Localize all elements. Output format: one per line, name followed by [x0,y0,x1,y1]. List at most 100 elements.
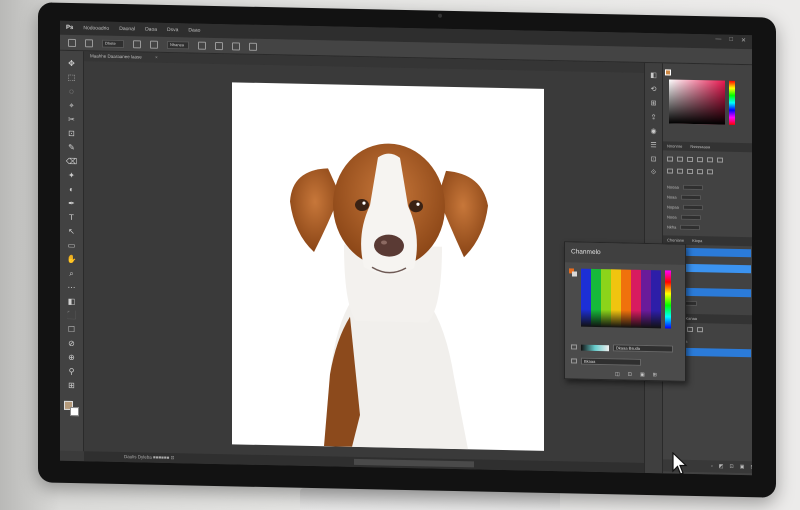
tool-preset-icon[interactable] [68,38,76,47]
hue-icon[interactable] [717,157,723,163]
channels-panel[interactable]: Chanmelo Dkaaa Bsuda Bkaaa ◫ ⊡ ▣ ⊞ [564,241,686,382]
property-field[interactable] [680,224,701,231]
export-icon[interactable]: ⇪ [651,113,657,121]
properties-icon[interactable]: ☰ [650,141,656,149]
mode-field[interactable]: Dhete [102,39,124,48]
airbrush-icon[interactable] [215,41,223,50]
tab-close-icon[interactable]: × [155,55,158,60]
tab-adjustments[interactable]: Nnonnre [667,141,682,150]
hand-tool-icon[interactable]: ✋ [65,255,79,264]
property-field[interactable] [682,184,703,191]
photo-filter-icon[interactable] [687,168,693,174]
background-color-swatch[interactable] [69,406,79,417]
color-balance-icon[interactable] [667,168,673,174]
vibrance-icon[interactable] [707,157,713,163]
ruler-tool-icon[interactable]: ⚲ [65,367,79,376]
background-swatch[interactable] [572,271,577,277]
brush-icon[interactable] [85,38,93,47]
shape-tool-icon[interactable]: ▭ [65,241,79,250]
menu-item[interactable]: Daoa [145,27,157,33]
quick-select-tool-icon[interactable]: ⌖ [65,101,79,110]
document-canvas[interactable] [232,82,544,451]
color-swatch-mini[interactable] [665,69,671,76]
brightness-icon[interactable] [667,156,673,162]
libraries-panel-icon[interactable]: ⊞ [651,99,657,107]
minimize-icon[interactable]: — [715,36,721,43]
move-tool-icon[interactable]: ✥ [65,59,79,68]
curves-icon[interactable] [687,156,693,162]
adjustments-icon[interactable]: ⊡ [651,155,657,163]
property-field[interactable] [680,194,701,201]
spectrum-strip[interactable] [601,269,611,328]
menu-item[interactable]: Dsva [167,27,178,33]
menu-item[interactable]: Daonal [119,26,135,32]
layer-icon[interactable] [150,40,158,49]
history-panel-icon[interactable]: ⟲ [651,85,657,93]
property-field[interactable] [682,204,703,211]
slice-tool-icon[interactable]: ⊘ [65,339,79,348]
exposure-icon[interactable] [697,157,703,163]
channel-name-field[interactable]: Bkaaa [581,357,641,366]
layer-icon[interactable] [133,39,141,48]
spectrum-strip[interactable] [621,269,631,328]
quick-mask-icon[interactable]: ◧ [65,297,79,306]
frame-tool-icon[interactable]: ⊡ [65,129,79,138]
visibility-icon[interactable] [571,344,577,350]
healing-tool-icon[interactable]: ✦ [65,171,79,180]
tab-paths[interactable]: Kiopa [692,236,702,245]
new-channel-icon[interactable]: ▣ [640,372,645,378]
pen-tool-icon[interactable]: ✒ [65,199,79,208]
save-selection-icon[interactable]: ⊡ [628,372,632,378]
channel-name-field[interactable]: Dkaaa Bsuda [613,344,673,353]
close-icon[interactable]: ✕ [741,37,746,44]
artboard-icon[interactable]: ☐ [65,325,79,334]
tab-styles[interactable]: Nssssaaaa [690,142,710,151]
tab-layer-comps[interactable]: Kanaa [685,314,697,323]
load-selection-icon[interactable]: ◫ [615,371,620,377]
adjustment-layer-icon[interactable]: ▣ [740,464,745,470]
channel-mixer-icon[interactable] [697,169,703,175]
settings-icon[interactable] [232,41,240,51]
symmetry-icon[interactable] [249,42,257,51]
hue-slider[interactable] [729,80,735,125]
channel-row[interactable]: Bkaaa [571,356,681,367]
horizontal-scrollbar[interactable] [354,458,474,468]
spectrum-strip[interactable] [581,268,591,327]
grid-tool-icon[interactable]: ⊞ [65,381,79,390]
add-mask-icon[interactable]: ⊡ [730,464,734,470]
visibility-icon[interactable] [571,358,577,364]
brush-tool-icon[interactable]: ✎ [65,143,79,152]
type-tool-icon[interactable]: T [65,213,79,222]
maximize-icon[interactable]: □ [729,37,733,44]
eyedropper-tool-icon[interactable]: ⊕ [65,353,79,362]
opacity-field[interactable]: Nhanea [167,40,189,49]
channel-row[interactable]: Dkaaa Bsuda [571,342,681,353]
color-picker-field[interactable] [669,79,725,125]
color-swatch-pair[interactable] [569,268,577,277]
zoom-tool-icon[interactable]: ⌕ [65,269,79,278]
new-layer-icon[interactable]: ⊞ [750,464,752,470]
layer-style-icon[interactable]: ◩ [719,464,724,470]
spectrum-hue-bar[interactable] [665,270,671,329]
pen-pressure-icon[interactable] [198,41,206,50]
path-select-tool-icon[interactable]: ↖ [65,227,79,236]
lookup-icon[interactable] [707,169,713,175]
bw-icon[interactable] [677,168,683,174]
canvas-area[interactable] [84,61,644,467]
spectrum-strip[interactable] [591,268,601,328]
spectrum-strip[interactable] [611,269,621,328]
spectrum-strip[interactable] [651,270,661,329]
levels-icon[interactable] [677,156,683,162]
filter-icon[interactable] [697,327,703,333]
property-field[interactable] [680,214,701,221]
marquee-tool-icon[interactable]: ⬚ [65,73,79,82]
dodge-tool-icon[interactable]: ◐ [65,185,79,194]
screen-mode-icon[interactable]: ⬛ [65,311,79,320]
link-layers-icon[interactable]: ▫ [711,463,713,469]
color-spectrum[interactable] [581,268,661,329]
menu-item[interactable]: Daao [188,27,200,33]
spectrum-strip[interactable] [631,269,641,328]
color-panel-icon[interactable]: ◧ [650,71,657,79]
eraser-tool-icon[interactable]: ⌫ [65,157,79,166]
more-tools-icon[interactable]: ⋯ [65,283,79,292]
